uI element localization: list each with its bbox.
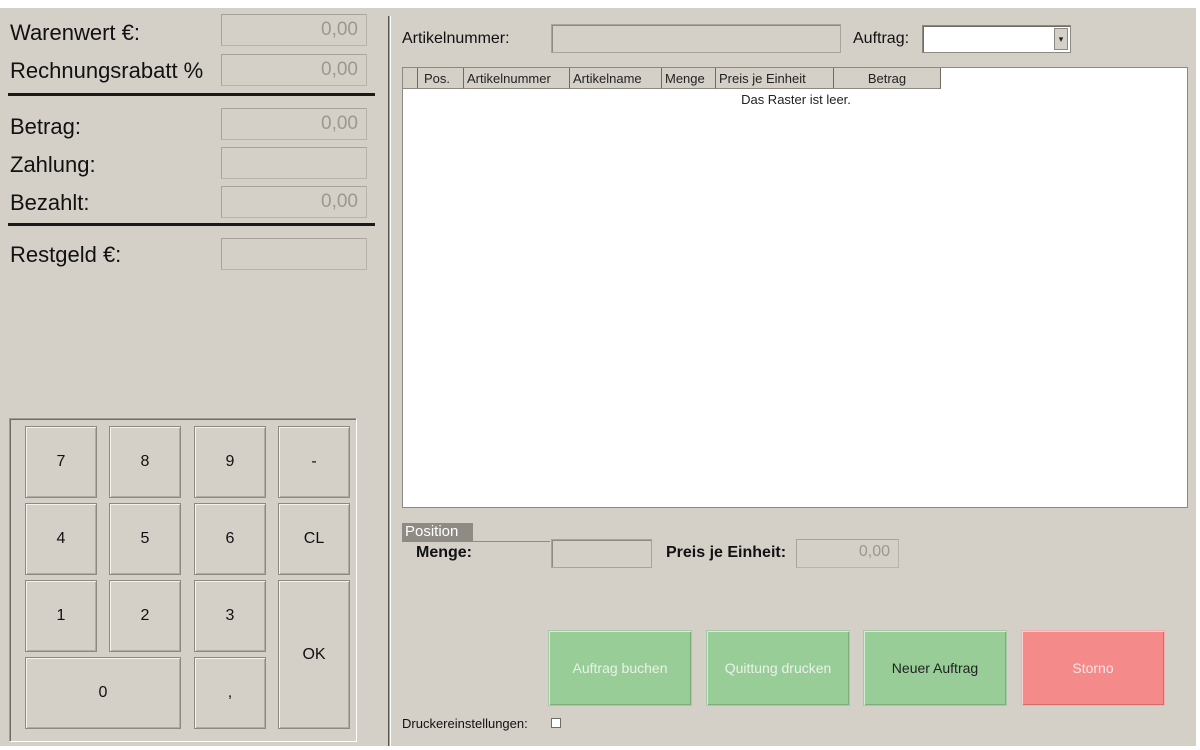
key-9[interactable]: 9 [194, 426, 266, 498]
key-2[interactable]: 2 [109, 580, 181, 652]
restgeld-field [221, 238, 367, 270]
zahlung-field[interactable] [221, 147, 367, 179]
col-header-betrag[interactable]: Betrag [834, 68, 941, 89]
auftrag-buchen-button[interactable]: Auftrag buchen [548, 630, 692, 706]
artikelnummer-label: Artikelnummer: [402, 30, 510, 47]
col-header-menge[interactable]: Menge [662, 68, 716, 89]
bezahlt-label: Bezahlt: [10, 190, 90, 215]
col-header-artikelname[interactable]: Artikelname [570, 68, 662, 89]
key-0[interactable]: 0 [25, 657, 181, 729]
order-grid[interactable]: Pos. Artikelnummer Artikelname Menge Pre… [402, 67, 1188, 508]
key-7[interactable]: 7 [25, 426, 97, 498]
artikelnummer-input[interactable] [551, 24, 841, 53]
rabatt-label: Rechnungsrabatt % [10, 58, 204, 83]
key-3[interactable]: 3 [194, 580, 266, 652]
warenwert-label: Warenwert €: [10, 20, 141, 45]
key-4[interactable]: 4 [25, 503, 97, 575]
position-rule [402, 541, 550, 542]
summary-divider-1 [8, 93, 375, 96]
restgeld-label: Restgeld €: [10, 242, 122, 267]
key-5[interactable]: 5 [109, 503, 181, 575]
numeric-keypad: 7 8 9 - 4 5 6 CL 1 2 3 OK 0 , [9, 418, 357, 742]
summary-divider-2 [8, 223, 375, 226]
menge-label: Menge: [416, 544, 472, 561]
grid-header: Pos. Artikelnummer Artikelname Menge Pre… [403, 68, 941, 89]
storno-button[interactable]: Storno [1021, 630, 1165, 706]
position-title: Position [402, 523, 473, 541]
col-header-preis-je-einheit[interactable]: Preis je Einheit [716, 68, 834, 89]
chevron-down-icon[interactable]: ▾ [1054, 28, 1068, 50]
key-8[interactable]: 8 [109, 426, 181, 498]
grid-empty-message: Das Raster ist leer. [741, 92, 851, 107]
auftrag-select[interactable]: ▾ [922, 25, 1071, 53]
menge-input[interactable] [551, 539, 652, 568]
col-header-artikelnummer[interactable]: Artikelnummer [464, 68, 570, 89]
druckereinstellungen-label: Druckereinstellungen: [402, 716, 528, 731]
key-clear[interactable]: CL [278, 503, 350, 575]
warenwert-field[interactable]: 0,00 [221, 14, 367, 46]
preis-je-einheit-label: Preis je Einheit: [666, 544, 787, 561]
key-ok[interactable]: OK [278, 580, 350, 729]
druckereinstellungen-checkbox[interactable] [551, 718, 561, 728]
bezahlt-field: 0,00 [221, 186, 367, 218]
key-6[interactable]: 6 [194, 503, 266, 575]
neuer-auftrag-button[interactable]: Neuer Auftrag [863, 630, 1007, 706]
preis-je-einheit-field[interactable]: 0,00 [796, 539, 899, 568]
grid-row-indicator-header [403, 68, 418, 89]
pos-window: Warenwert €: 0,00 Rechnungsrabatt % 0,00… [0, 8, 1196, 746]
auftrag-label: Auftrag: [853, 30, 910, 47]
zahlung-label: Zahlung: [10, 152, 96, 177]
betrag-label: Betrag: [10, 114, 81, 139]
quittung-drucken-button[interactable]: Quittung drucken [706, 630, 850, 706]
col-header-pos[interactable]: Pos. [418, 68, 464, 89]
key-1[interactable]: 1 [25, 580, 97, 652]
betrag-field: 0,00 [221, 108, 367, 140]
panel-separator [388, 16, 391, 746]
key-comma[interactable]: , [194, 657, 266, 729]
key-minus[interactable]: - [278, 426, 350, 498]
rabatt-field[interactable]: 0,00 [221, 54, 367, 86]
